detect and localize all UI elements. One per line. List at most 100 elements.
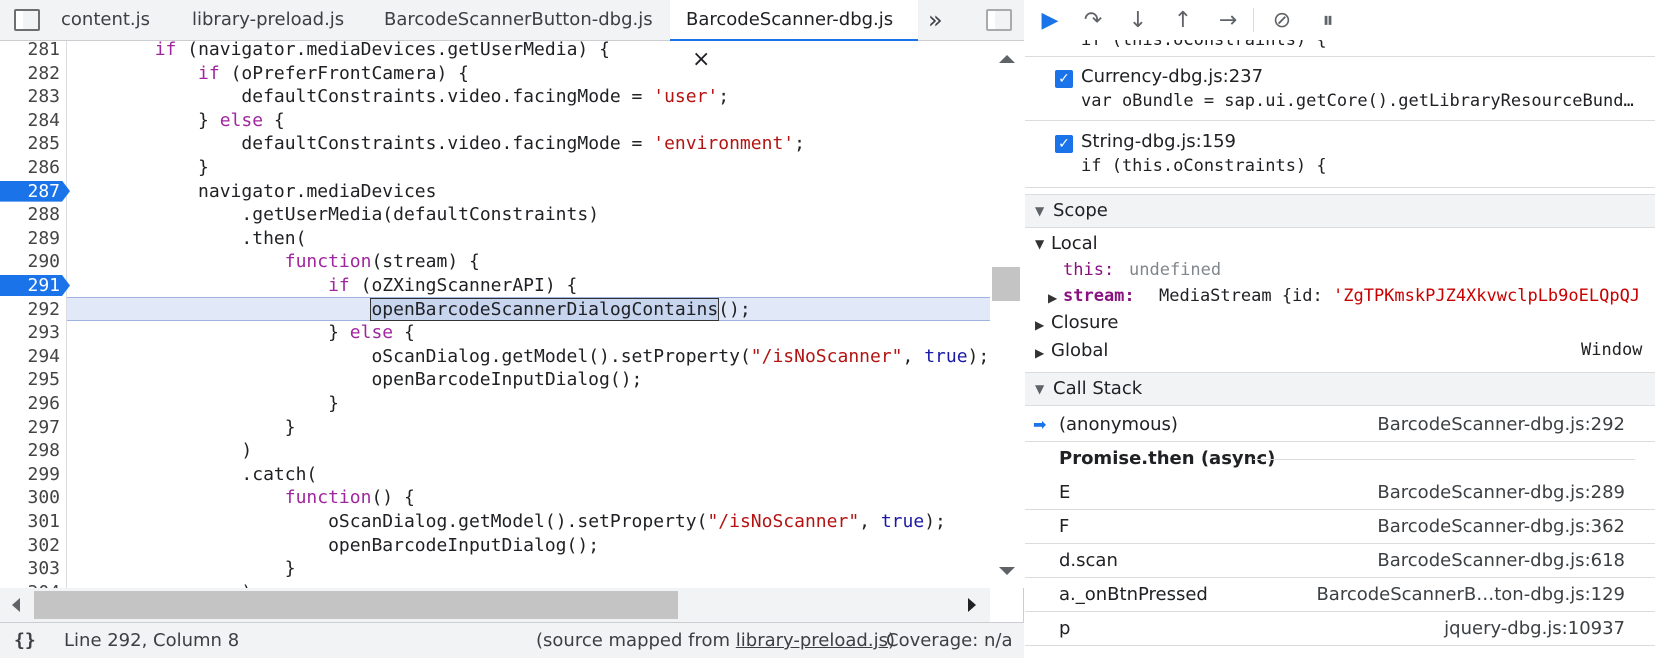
pretty-print-icon[interactable]: {} [14,623,36,659]
line-number[interactable]: 304 [0,581,60,588]
scope-closure[interactable]: Closure [1051,312,1118,333]
expanded-triangle-icon[interactable]: ▼ [1035,237,1044,251]
breakpoint-checkbox[interactable]: ✓ [1055,70,1073,88]
scroll-down-icon[interactable] [999,567,1015,575]
step-over-icon[interactable]: ↷ [1080,8,1106,34]
line-number[interactable]: 288 [0,203,60,227]
line-number[interactable]: 303 [0,557,60,581]
line-number[interactable]: 284 [0,109,60,133]
breakpoint-checkbox[interactable]: ✓ [1055,135,1073,153]
breakpoint-item[interactable]: ✓ Currency-dbg.js:237 var oBundle = sap.… [1025,58,1655,121]
call-frame[interactable]: F BarcodeScanner-dbg.js:362 [1025,510,1655,544]
call-stack-section-header[interactable]: ▼ Call Stack [1025,372,1655,406]
code-line[interactable]: 287 navigator.mediaDevices [0,180,990,204]
code-line[interactable]: 294 oScanDialog.getModel().setProperty("… [0,345,990,369]
code-editor[interactable]: 281 if (navigator.mediaDevices.getUserMe… [0,41,990,588]
vertical-scroll-thumb[interactable] [992,267,1020,301]
code-line[interactable]: 304 ) [0,581,990,588]
line-number[interactable]: 286 [0,156,60,180]
frame-location[interactable]: jquery-dbg.js:10937 [1444,612,1625,646]
code-line[interactable]: 297 } [0,416,990,440]
code-line[interactable]: 283 defaultConstraints.video.facingMode … [0,85,990,109]
tab-barcodescanner-dbg-js[interactable]: BarcodeScanner-dbg.js × [670,0,918,72]
frame-location[interactable]: BarcodeScanner-dbg.js:362 [1377,510,1625,544]
resume-icon[interactable]: ▶ [1037,8,1063,34]
line-number[interactable]: 289 [0,227,60,251]
line-number[interactable]: 281 [0,41,60,62]
line-number[interactable]: 283 [0,85,60,109]
frame-location[interactable]: BarcodeScanner-dbg.js:292 [1377,408,1625,442]
collapsed-triangle-icon[interactable]: ▶ [1048,291,1057,305]
line-number[interactable]: 295 [0,368,60,392]
tab-barcodescannerbutton-dbg-js[interactable]: BarcodeScannerButton-dbg.js [384,0,653,41]
collapsed-triangle-icon[interactable]: ▶ [1035,346,1044,360]
scroll-right-icon[interactable] [968,598,976,612]
line-number[interactable]: 294 [0,345,60,369]
line-number[interactable]: 282 [0,62,60,86]
code-line[interactable]: 296 } [0,392,990,416]
code-line[interactable]: 289 .then( [0,227,990,251]
scroll-left-icon[interactable] [12,598,20,612]
line-number[interactable]: 292 [0,298,60,322]
line-number[interactable]: 302 [0,534,60,558]
scope-section-header[interactable]: ▼ Scope [1025,194,1655,228]
line-number[interactable]: 301 [0,510,60,534]
code-line[interactable]: 285 defaultConstraints.video.facingMode … [0,132,990,156]
horizontal-scroll-thumb[interactable] [34,591,678,619]
deactivate-breakpoints-icon[interactable]: ⊘ [1269,8,1295,34]
frame-location[interactable]: BarcodeScanner-dbg.js:618 [1377,544,1625,578]
code-line[interactable]: 301 oScanDialog.getModel().setProperty("… [0,510,990,534]
line-number[interactable]: 285 [0,132,60,156]
code-line[interactable]: 284 } else { [0,109,990,133]
code-line[interactable]: 292 openBarcodeScannerDialogContains(); [0,296,990,322]
code-line[interactable]: 286 } [0,156,990,180]
line-number[interactable]: 298 [0,439,60,463]
call-frame[interactable]: a._onBtnPressed BarcodeScannerB…ton-dbg.j… [1025,578,1655,612]
call-frame[interactable]: p jquery-dbg.js:10937 [1025,612,1655,646]
line-number[interactable]: 293 [0,321,60,345]
more-tabs-icon[interactable]: » [928,0,943,41]
breakpoint-item[interactable]: ✓ String-dbg.js:159 if (this.oConstraint… [1025,123,1655,188]
step-out-icon[interactable]: ↑ [1170,8,1196,34]
step-into-icon[interactable]: ↓ [1125,8,1151,34]
tab-content-js[interactable]: content.js [61,0,150,41]
scope-global[interactable]: Global [1051,340,1108,361]
code-line[interactable]: 288 .getUserMedia(defaultConstraints) [0,203,990,227]
line-number[interactable]: 296 [0,392,60,416]
code-line[interactable]: 282 if (oPreferFrontCamera) { [0,62,990,86]
line-number[interactable]: 287 [0,180,60,204]
call-frame[interactable]: E BarcodeScanner-dbg.js:289 [1025,476,1655,510]
stream-key[interactable]: stream: [1063,286,1135,306]
scroll-up-icon[interactable] [999,55,1015,63]
code-line[interactable]: 293 } else { [0,321,990,345]
line-number[interactable]: 291 [0,274,60,298]
toggle-debugger-icon[interactable] [986,9,1012,31]
code-line[interactable]: 291 if (oZXingScannerAPI) { [0,274,990,298]
code-line[interactable]: 299 .catch( [0,463,990,487]
frame-location[interactable]: BarcodeScanner-dbg.js:289 [1377,476,1625,510]
tab-library-preload-js[interactable]: library-preload.js [192,0,344,41]
frame-location[interactable]: BarcodeScannerB…ton-dbg.js:129 [1316,578,1625,612]
code-line[interactable]: 298 ) [0,439,990,463]
code-line[interactable]: 303 } [0,557,990,581]
collapsed-triangle-icon[interactable]: ▶ [1035,318,1044,332]
code-line[interactable]: 295 openBarcodeInputDialog(); [0,368,990,392]
scope-local[interactable]: Local [1051,233,1098,254]
call-frame[interactable]: ➡ (anonymous) BarcodeScanner-dbg.js:292 [1025,408,1655,442]
horizontal-scrollbar[interactable] [0,588,990,622]
code-line[interactable]: 281 if (navigator.mediaDevices.getUserMe… [0,41,990,62]
code-line[interactable]: 290 function(stream) { [0,250,990,274]
toggle-navigator-icon[interactable] [14,9,40,31]
line-number[interactable]: 299 [0,463,60,487]
vertical-scrollbar[interactable] [990,41,1024,588]
source-map-link[interactable]: library-preload.js [736,630,888,651]
code-line[interactable]: 300 function() { [0,486,990,510]
call-frame[interactable]: d.scan BarcodeScanner-dbg.js:618 [1025,544,1655,578]
breakpoint-item[interactable]: if (this.oConstraints) { [1025,40,1655,57]
step-icon[interactable]: → [1215,8,1241,34]
pause-on-exceptions-icon[interactable]: ⏸ [1315,8,1341,34]
line-number[interactable]: 300 [0,486,60,510]
line-number[interactable]: 297 [0,416,60,440]
line-number[interactable]: 290 [0,250,60,274]
code-line[interactable]: 302 openBarcodeInputDialog(); [0,534,990,558]
